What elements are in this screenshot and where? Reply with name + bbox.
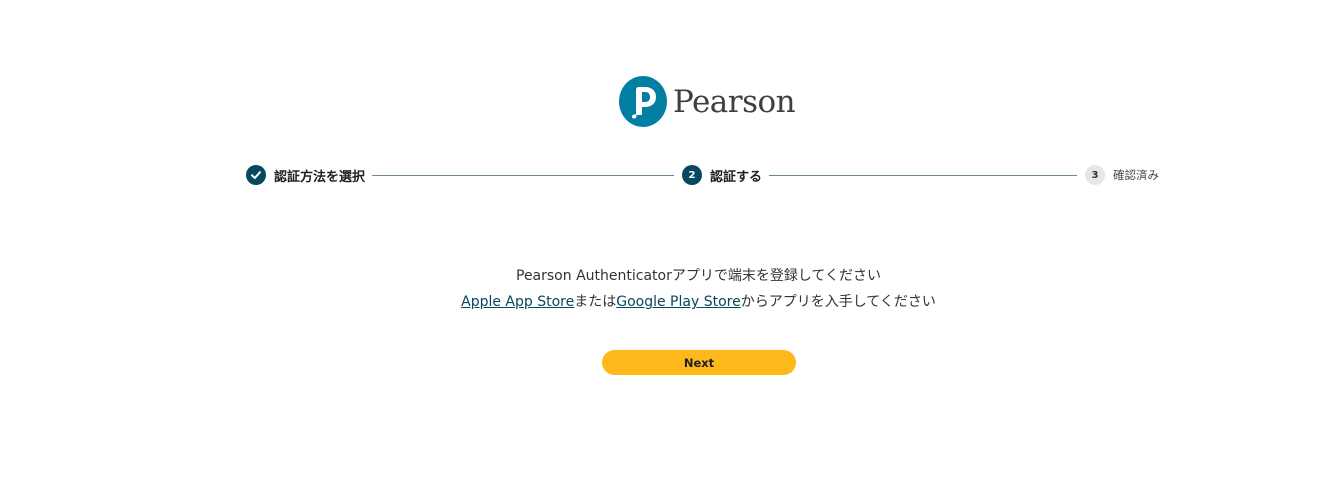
- step-connector-1: [372, 175, 674, 176]
- instruction-line-2: Apple App StoreまたはGoogle Play Storeからアプリ…: [0, 289, 1323, 315]
- instructions: Pearson Authenticatorアプリで端末を登録してください App…: [0, 263, 1323, 315]
- progress-stepper: 認証方法を選択 2 認証する 3 確認済み: [246, 165, 1159, 185]
- instruction-suffix: からアプリを入手してください: [740, 294, 936, 310]
- step-authenticate: 2 認証する: [682, 165, 762, 185]
- connector-text: または: [574, 294, 617, 310]
- google-play-store-link[interactable]: Google Play Store: [616, 294, 740, 310]
- brand-name: Pearson: [673, 83, 796, 120]
- apple-app-store-link[interactable]: Apple App Store: [461, 294, 574, 310]
- next-button[interactable]: Next: [602, 350, 796, 375]
- step-verified: 3 確認済み: [1085, 165, 1159, 185]
- step-label-select-method: 認証方法を選択: [274, 169, 366, 185]
- checkmark-icon: [246, 165, 266, 185]
- pearson-logo: Pearson: [619, 76, 796, 127]
- step-label-authenticate: 認証する: [710, 169, 763, 185]
- step-label-verified: 確認済み: [1113, 168, 1159, 182]
- step-select-method: 認証方法を選択: [246, 165, 365, 185]
- step-number-3: 3: [1085, 165, 1105, 185]
- page: Pearson 認証方法を選択 2 認証する 3 確認済み Pearson Au…: [0, 0, 1323, 496]
- instruction-line-1: Pearson Authenticatorアプリで端末を登録してください: [516, 268, 881, 284]
- pearson-logo-icon: [619, 76, 667, 127]
- step-connector-2: [769, 175, 1077, 176]
- step-number-2: 2: [682, 165, 702, 185]
